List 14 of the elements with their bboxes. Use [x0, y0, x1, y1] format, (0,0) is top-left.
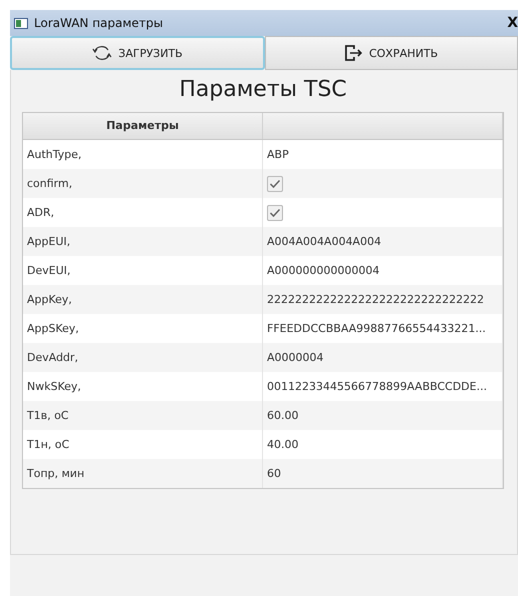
close-button[interactable]: X	[507, 15, 518, 31]
save-button[interactable]: СОХРАНИТЬ	[265, 36, 518, 70]
load-button[interactable]: ЗАГРУЗИТЬ	[10, 36, 265, 70]
check-icon	[269, 208, 281, 218]
table-cell: Топр, мин	[23, 459, 263, 488]
export-icon	[345, 45, 364, 61]
page-heading: Параметы TSC	[178, 76, 348, 104]
window-title: LoraWAN параметры	[34, 16, 164, 30]
table-cell: 60	[263, 459, 503, 488]
check-icon	[269, 178, 281, 188]
checkbox[interactable]	[267, 176, 283, 192]
checkbox[interactable]	[267, 204, 283, 220]
window-icon	[14, 18, 28, 28]
refresh-icon	[92, 45, 112, 61]
